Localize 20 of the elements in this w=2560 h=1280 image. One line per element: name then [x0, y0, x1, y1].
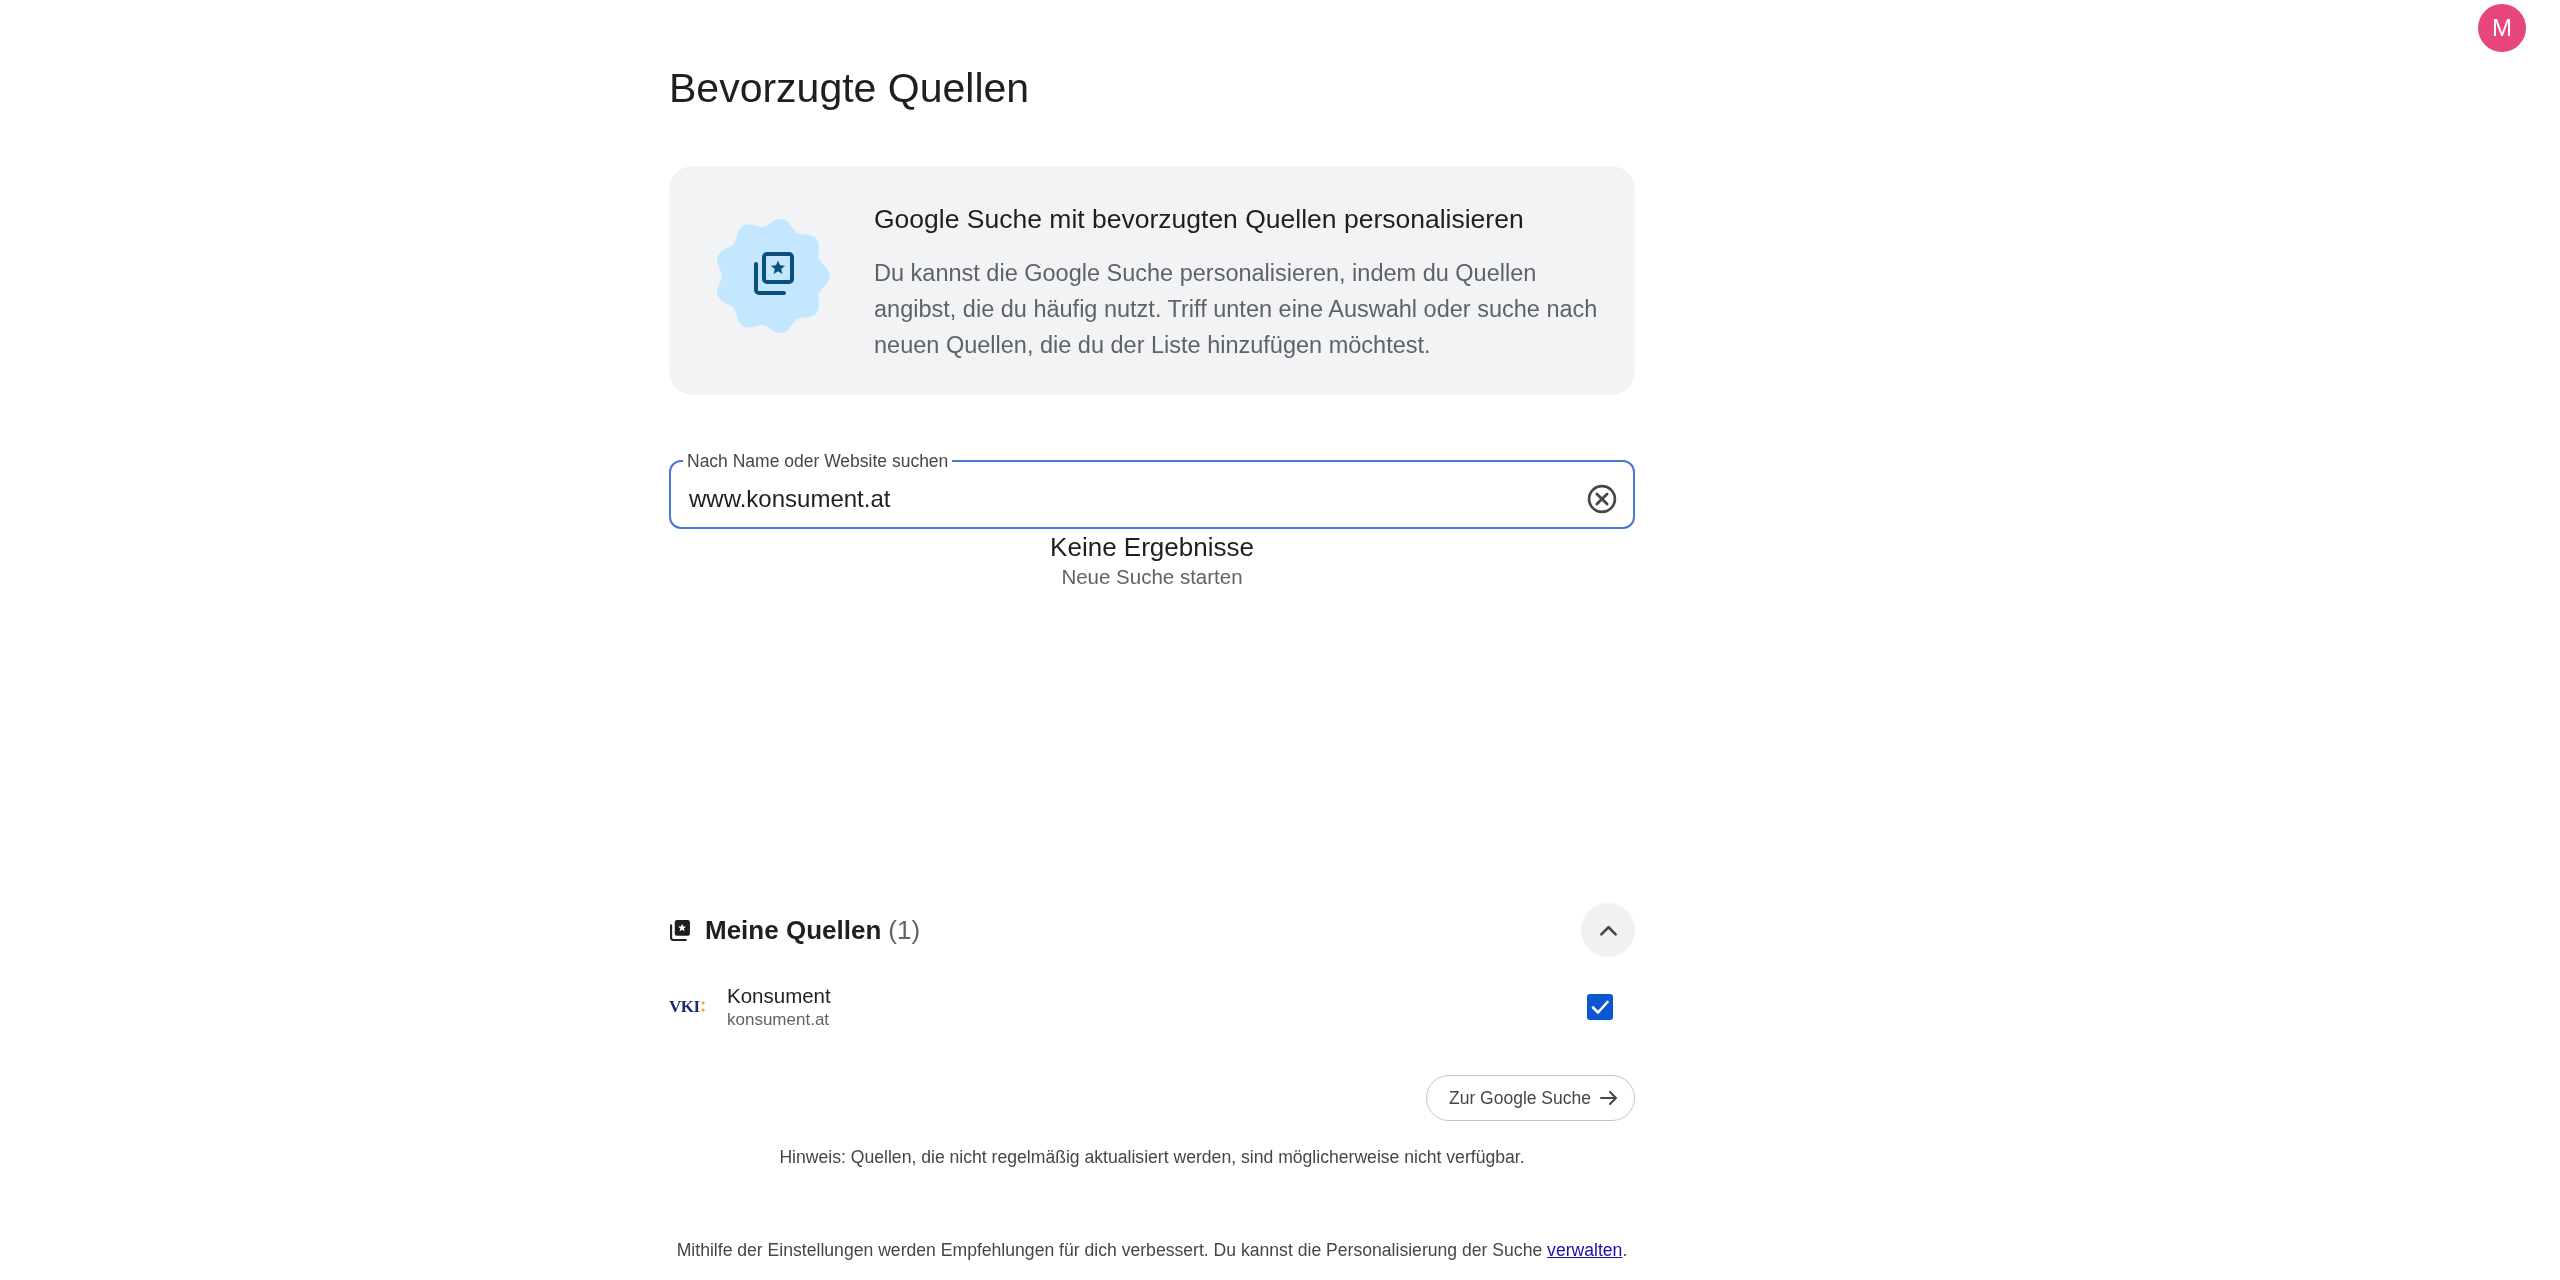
stacked-star-icon	[669, 919, 691, 941]
clear-icon[interactable]	[1587, 484, 1617, 514]
chevron-up-icon	[1598, 923, 1618, 937]
source-checkbox[interactable]	[1587, 994, 1613, 1020]
source-name: Konsument	[727, 983, 831, 1009]
card-description: Du kannst die Google Suche personalisieren, indem du Quellen angibst, die du häufig nutzt. Triff unten eine Auswahl oder suche nach neuen Quellen, die du der Liste hinzufügen möchtest.	[874, 259, 1599, 360]
page-title: Bevorzugte Quellen	[669, 64, 1030, 112]
empty-hint: Neue Suche starten	[1061, 565, 1243, 589]
source-domain: konsument.at	[727, 1009, 831, 1031]
empty-message: Keine Ergebnisse	[1050, 532, 1254, 562]
section-title: Meine Quellen	[705, 914, 882, 946]
footer-note: Mithilfe der Einstellungen werden Empfehlungen für dich verbessert. Du kannst die Personalisierung der Suche verwalten.	[675, 1239, 1629, 1262]
arrow-right-icon	[1600, 1091, 1618, 1105]
manage-link[interactable]: verwalten	[1547, 1240, 1623, 1260]
google-search-button[interactable]: Zur Google Suche	[1425, 1075, 1635, 1121]
source-count: (1)	[888, 914, 921, 946]
notice-text: Hinweis: Quellen, die nicht regelmäßig aktualisiert werden, sind möglicherweise nicht verfügbar.	[778, 1146, 1526, 1169]
avatar[interactable]: M	[2478, 4, 2526, 52]
search-field[interactable]: Nach Name oder Website suchen www.konsument.at	[669, 451, 1635, 529]
card-heading: Google Suche mit bevorzugten Quellen personalisieren	[874, 203, 1525, 236]
